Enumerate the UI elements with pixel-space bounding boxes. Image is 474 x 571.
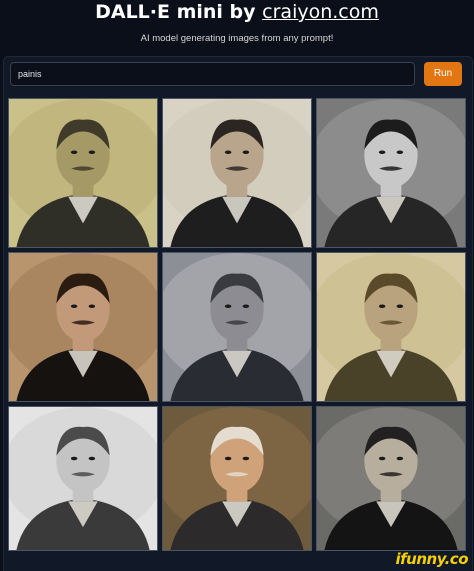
result-image-7[interactable] bbox=[8, 406, 158, 551]
result-image-2[interactable] bbox=[162, 98, 312, 248]
portrait-illustration bbox=[9, 407, 157, 550]
craiyon-link[interactable]: craiyon.com bbox=[262, 1, 379, 23]
result-image-6[interactable] bbox=[316, 252, 466, 402]
craiyon-page: DALL·E mini by craiyon.com AI model gene… bbox=[0, 0, 474, 571]
portrait-illustration bbox=[163, 253, 311, 401]
portrait-illustration bbox=[163, 407, 311, 550]
portrait-illustration bbox=[317, 407, 465, 550]
portrait-illustration bbox=[163, 99, 311, 247]
title-prefix: DALL·E mini by bbox=[95, 1, 256, 23]
portrait-illustration bbox=[317, 253, 465, 401]
result-image-9[interactable] bbox=[316, 406, 466, 551]
portrait-illustration bbox=[9, 253, 157, 401]
portrait-illustration bbox=[9, 99, 157, 247]
result-image-5[interactable] bbox=[162, 252, 312, 402]
result-image-8[interactable] bbox=[162, 406, 312, 551]
result-image-1[interactable] bbox=[8, 98, 158, 248]
result-image-3[interactable] bbox=[316, 98, 466, 248]
result-image-4[interactable] bbox=[8, 252, 158, 402]
portrait-illustration bbox=[317, 99, 465, 247]
ifunny-watermark: ifunny.co bbox=[395, 550, 469, 568]
run-button[interactable]: Run bbox=[424, 62, 462, 86]
prompt-input[interactable]: painis bbox=[10, 62, 415, 86]
page-title: DALL·E mini by craiyon.com bbox=[0, 0, 474, 24]
page-subtitle: AI model generating images from any prom… bbox=[140, 33, 334, 44]
